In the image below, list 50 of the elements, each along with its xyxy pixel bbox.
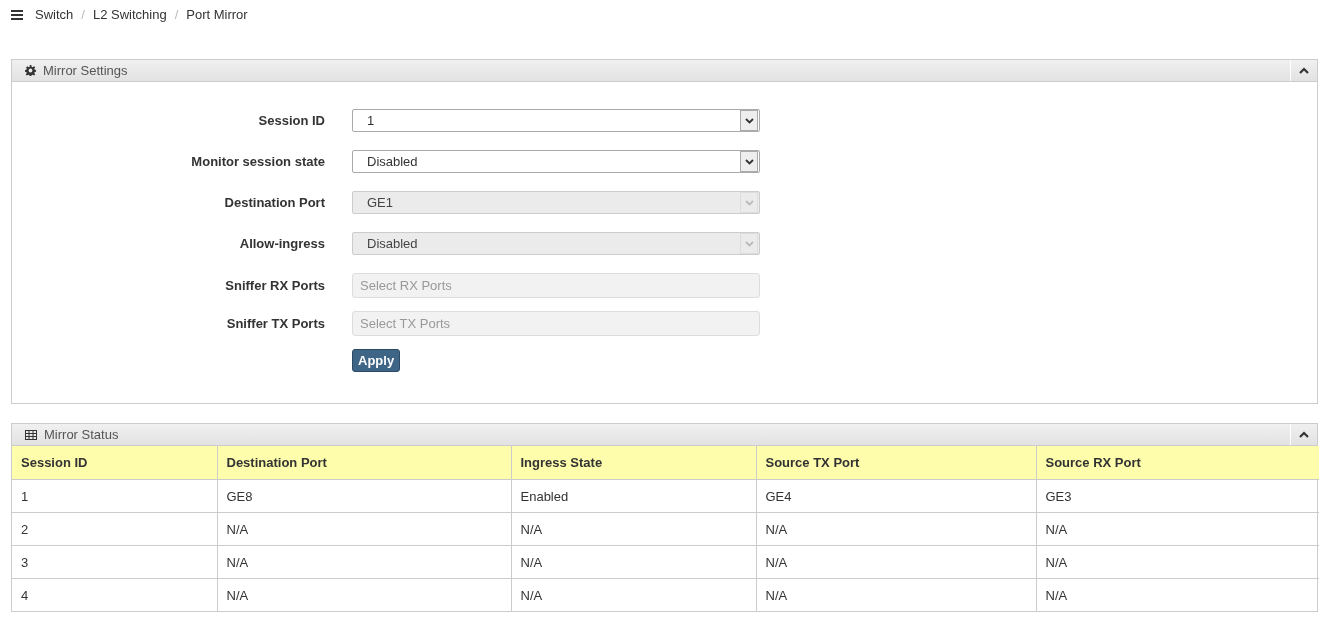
table-cell: Enabled — [511, 479, 756, 513]
field-label: Monitor session state — [190, 154, 325, 169]
table-cell: N/A — [217, 512, 511, 546]
field-label: Sniffer RX Ports — [224, 278, 325, 293]
field-label: Allow-ingress — [238, 236, 325, 251]
table-icon — [25, 429, 37, 440]
chevron-up-icon — [1299, 431, 1309, 438]
field-label: Sniffer TX Ports — [225, 316, 325, 331]
panel-title: Mirror Status — [44, 427, 119, 442]
dropdown[interactable]: Disabled — [352, 150, 760, 173]
field-label: Destination Port — [223, 195, 325, 210]
breadcrumb-separator: / — [81, 7, 85, 22]
field-label: Session ID — [257, 113, 325, 128]
apply-button[interactable]: Apply — [352, 349, 401, 372]
column-header: Source TX Port — [756, 446, 1036, 480]
table-cell: 3 — [12, 545, 217, 579]
caret-down-icon — [744, 240, 754, 247]
table-cell: 2 — [12, 512, 217, 546]
chevron-up-icon — [1299, 67, 1309, 74]
table-cell: N/A — [756, 512, 1036, 546]
dropdown[interactable]: 1 — [352, 109, 760, 132]
table-cell: GE3 — [1036, 479, 1319, 513]
column-header: Session ID — [12, 446, 217, 480]
column-header: Destination Port — [217, 446, 511, 480]
table-cell: N/A — [217, 578, 511, 611]
table-cell: N/A — [511, 578, 756, 611]
breadcrumb-item[interactable]: L2 Switching — [92, 7, 167, 22]
table-cell: GE4 — [756, 479, 1036, 513]
table-cell: GE8 — [217, 479, 511, 513]
gear-icon — [25, 65, 36, 76]
breadcrumb-item[interactable]: Switch — [35, 7, 74, 22]
table-cell: 1 — [12, 479, 217, 513]
table-cell: N/A — [756, 545, 1036, 579]
breadcrumb-item: Port Mirror — [186, 7, 248, 22]
table-cell: N/A — [1036, 512, 1319, 546]
table-cell: N/A — [511, 545, 756, 579]
table-cell: N/A — [1036, 545, 1319, 579]
caret-down-icon — [744, 199, 754, 206]
panel-title: Mirror Settings — [43, 63, 128, 78]
column-header: Ingress State — [511, 446, 756, 480]
table-cell: 4 — [12, 578, 217, 611]
menu-icon[interactable] — [11, 9, 23, 20]
table-cell: N/A — [756, 578, 1036, 611]
column-header: Source RX Port — [1036, 446, 1319, 480]
table-cell: N/A — [1036, 578, 1319, 611]
table-cell: N/A — [511, 512, 756, 546]
breadcrumb-separator: / — [174, 7, 179, 22]
table-cell: N/A — [217, 545, 511, 579]
caret-down-icon — [744, 158, 754, 165]
caret-down-icon — [744, 117, 754, 124]
